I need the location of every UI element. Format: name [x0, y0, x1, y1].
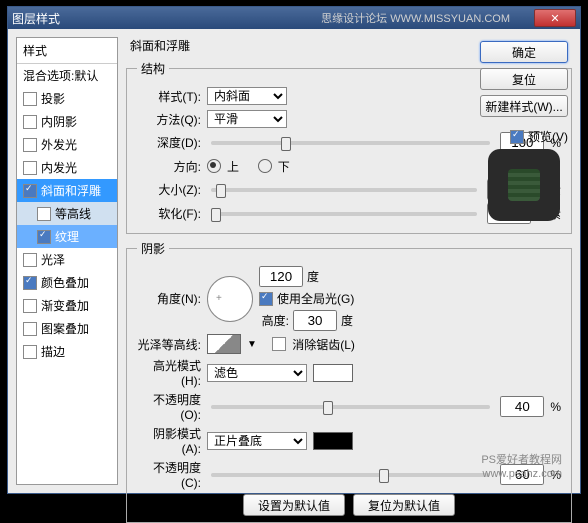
- angle-label: 角度(N):: [137, 290, 201, 307]
- highlight-opacity-label: 不透明度(O):: [137, 391, 201, 422]
- make-default-button[interactable]: 设置为默认值: [243, 494, 345, 516]
- sidebar-item-label: 颜色叠加: [41, 274, 89, 291]
- brand-text: 思缘设计论坛 WWW.MISSYUAN.COM: [321, 10, 510, 26]
- cancel-button[interactable]: 复位: [480, 68, 568, 90]
- sidebar-item-label: 外发光: [41, 136, 77, 153]
- chevron-down-icon[interactable]: ▼: [247, 339, 257, 350]
- close-button[interactable]: ✕: [534, 9, 576, 27]
- new-style-button[interactable]: 新建样式(W)...: [480, 95, 568, 117]
- sidebar-item-label: 投影: [41, 90, 65, 107]
- sidebar-item-label: 图案叠加: [41, 320, 89, 337]
- sidebar-item[interactable]: 等高线: [17, 202, 117, 225]
- sidebar-item[interactable]: 投影: [17, 87, 117, 110]
- style-checkbox[interactable]: [23, 345, 37, 359]
- styles-sidebar: 样式 混合选项:默认 投影内阴影外发光内发光斜面和浮雕等高线纹理光泽颜色叠加渐变…: [16, 37, 118, 485]
- shadow-opacity-label: 不透明度(C):: [137, 459, 201, 490]
- sidebar-item[interactable]: 内阴影: [17, 110, 117, 133]
- direction-up-radio[interactable]: [207, 159, 221, 173]
- shadow-mode-select[interactable]: 正片叠底: [207, 432, 307, 450]
- angle-dial[interactable]: [207, 276, 253, 322]
- sidebar-item-label: 斜面和浮雕: [41, 182, 101, 199]
- altitude-label: 高度:: [259, 312, 289, 329]
- soften-slider[interactable]: [211, 212, 477, 216]
- reset-default-button[interactable]: 复位为默认值: [353, 494, 455, 516]
- sidebar-item-label: 内发光: [41, 159, 77, 176]
- style-checkbox[interactable]: [37, 230, 51, 244]
- title-bar: 图层样式 思缘设计论坛 WWW.MISSYUAN.COM ✕: [8, 7, 580, 29]
- window-title: 图层样式: [12, 10, 60, 27]
- sidebar-item-label: 光泽: [41, 251, 65, 268]
- shading-legend: 阴影: [137, 240, 169, 257]
- style-checkbox[interactable]: [23, 253, 37, 267]
- highlight-opacity-slider[interactable]: [211, 405, 490, 409]
- highlight-mode-select[interactable]: 滤色: [207, 364, 307, 382]
- global-light-checkbox[interactable]: [259, 292, 273, 306]
- style-checkbox[interactable]: [23, 92, 37, 106]
- technique-select[interactable]: 平滑: [207, 110, 287, 128]
- sidebar-item[interactable]: 渐变叠加: [17, 294, 117, 317]
- depth-slider[interactable]: [211, 141, 490, 145]
- style-select[interactable]: 内斜面: [207, 87, 287, 105]
- size-slider[interactable]: [211, 188, 477, 192]
- technique-label: 方法(Q):: [137, 111, 201, 128]
- style-checkbox[interactable]: [23, 322, 37, 336]
- sidebar-item-label: 渐变叠加: [41, 297, 89, 314]
- style-checkbox[interactable]: [23, 276, 37, 290]
- shadow-mode-label: 阴影模式(A):: [137, 425, 201, 456]
- style-checkbox[interactable]: [23, 184, 37, 198]
- shadow-color[interactable]: [313, 432, 353, 450]
- style-checkbox[interactable]: [23, 299, 37, 313]
- blend-options[interactable]: 混合选项:默认: [17, 64, 117, 87]
- highlight-mode-label: 高光模式(H):: [137, 357, 201, 388]
- depth-label: 深度(D):: [137, 134, 201, 151]
- style-checkbox[interactable]: [37, 207, 51, 221]
- angle-input[interactable]: [259, 266, 303, 287]
- style-label: 样式(T):: [137, 88, 201, 105]
- watermark: PS爱好者教程网www.psahz.com: [481, 453, 562, 481]
- sidebar-item[interactable]: 颜色叠加: [17, 271, 117, 294]
- sidebar-item[interactable]: 纹理: [17, 225, 117, 248]
- sidebar-header: 样式: [17, 38, 117, 64]
- sidebar-item[interactable]: 外发光: [17, 133, 117, 156]
- preview-checkbox[interactable]: [510, 130, 524, 144]
- structure-legend: 结构: [137, 60, 169, 77]
- sidebar-item[interactable]: 光泽: [17, 248, 117, 271]
- altitude-input[interactable]: [293, 310, 337, 331]
- sidebar-item-label: 等高线: [55, 205, 91, 222]
- style-checkbox[interactable]: [23, 161, 37, 175]
- antialias-checkbox[interactable]: [272, 337, 286, 351]
- style-checkbox[interactable]: [23, 115, 37, 129]
- preview-thumbnail: [488, 149, 560, 221]
- sidebar-item[interactable]: 描边: [17, 340, 117, 363]
- style-checkbox[interactable]: [23, 138, 37, 152]
- direction-down-radio[interactable]: [258, 159, 272, 173]
- size-label: 大小(Z):: [137, 181, 201, 198]
- sidebar-item-label: 描边: [41, 343, 65, 360]
- soften-label: 软化(F):: [137, 205, 201, 222]
- gloss-contour[interactable]: [207, 334, 241, 354]
- sidebar-item[interactable]: 斜面和浮雕: [17, 179, 117, 202]
- direction-label: 方向:: [137, 158, 201, 175]
- sidebar-item-label: 内阴影: [41, 113, 77, 130]
- sidebar-item-label: 纹理: [55, 228, 79, 245]
- gloss-label: 光泽等高线:: [137, 336, 201, 353]
- ok-button[interactable]: 确定: [480, 41, 568, 63]
- sidebar-item[interactable]: 内发光: [17, 156, 117, 179]
- shadow-opacity-slider[interactable]: [211, 473, 490, 477]
- sidebar-item[interactable]: 图案叠加: [17, 317, 117, 340]
- highlight-color[interactable]: [313, 364, 353, 382]
- highlight-opacity-input[interactable]: [500, 396, 544, 417]
